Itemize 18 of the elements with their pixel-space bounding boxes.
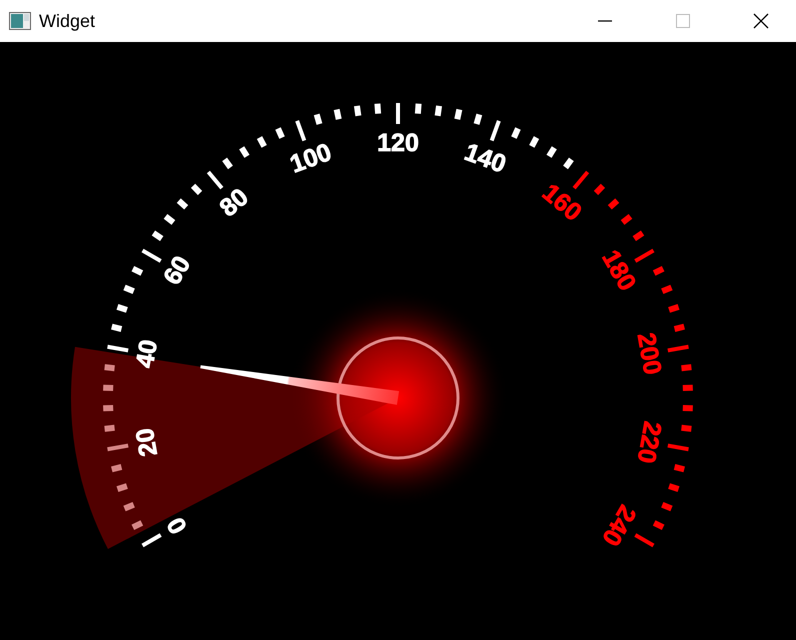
scale-label: 100 [286,138,336,179]
scale-label: 40 [130,338,164,370]
scale-label: 20 [130,426,164,458]
scale-label: 140 [460,138,510,179]
scale-label: 240 [596,500,642,551]
scale-label: 0 [162,512,193,539]
close-icon [753,13,769,29]
minimize-icon [598,20,612,22]
scale-label: 220 [632,419,667,466]
app-icon [9,12,31,30]
scale-label: 160 [536,178,587,227]
scale-label: 80 [214,183,254,222]
window-title: Widget [39,10,96,32]
maximize-icon [676,14,690,28]
scale-label: 120 [377,129,419,157]
scale-label: 200 [632,330,667,377]
scale-label: 60 [158,251,196,290]
scale-label: 180 [596,245,642,296]
